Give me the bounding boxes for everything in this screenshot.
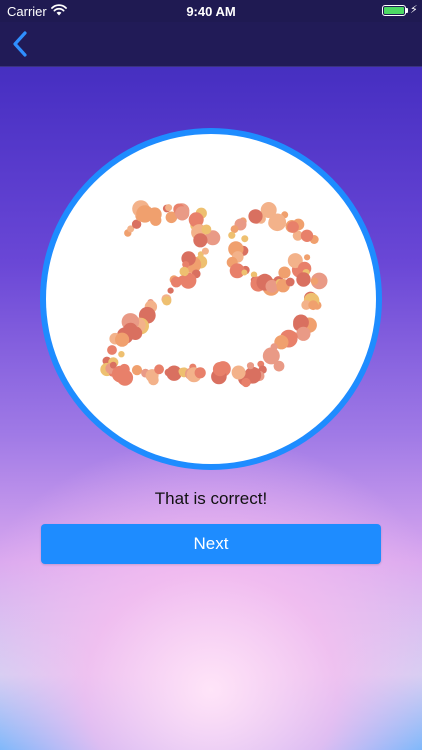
next-button[interactable]: Next [41, 524, 381, 564]
plate-dot [304, 254, 311, 261]
back-button[interactable] [8, 29, 34, 59]
plate-dot [179, 266, 189, 277]
plate-dot [175, 206, 190, 221]
battery-fill [384, 7, 404, 14]
plate-dot [228, 231, 236, 239]
plate-dot [241, 377, 251, 388]
ishihara-dots [100, 200, 328, 388]
plate-dot [193, 233, 208, 248]
status-time: 9:40 AM [186, 4, 236, 19]
result-message: That is correct! [154, 489, 268, 508]
color-test-plate [46, 134, 376, 464]
plate-dot [268, 216, 281, 230]
plate-dot [308, 300, 319, 311]
plate-dot [167, 287, 174, 294]
plate-dot [150, 214, 162, 226]
plate-dot [310, 277, 319, 285]
plate-dot [107, 345, 117, 355]
plate-dot [212, 362, 228, 377]
plate-dot [262, 347, 280, 365]
plate-dot [165, 204, 173, 212]
plate-dot [118, 351, 125, 358]
plate-dot [241, 269, 248, 276]
plate-dot [278, 266, 291, 279]
plate-dot [287, 221, 299, 233]
plate-dot [131, 365, 143, 376]
plate-dot [296, 326, 311, 341]
plate-dot [285, 277, 295, 287]
status-bar: Carrier 9:40 AM ⚡︎ [0, 0, 422, 22]
plate-dot [201, 224, 212, 235]
plate-dot [178, 367, 186, 376]
plate-dot [241, 235, 249, 243]
plate-dot [231, 365, 246, 380]
battery-tip [406, 8, 408, 13]
battery-icon [382, 5, 406, 16]
plate-dot [164, 368, 173, 377]
plate-dot [201, 247, 209, 255]
plate-dot [115, 332, 130, 347]
plate-dot [300, 229, 314, 242]
plate-dot [248, 209, 263, 224]
plate-dot [296, 272, 311, 287]
bolt-icon: ⚡︎ [410, 4, 418, 16]
plate-dot [154, 364, 164, 375]
chevron-left-icon [13, 31, 27, 57]
plate-dot [116, 369, 134, 386]
plate-dot [162, 296, 172, 306]
navigation-bar [0, 22, 422, 67]
plate-dot [194, 367, 206, 379]
plate-dot [170, 276, 182, 288]
plate-dot [246, 362, 255, 370]
